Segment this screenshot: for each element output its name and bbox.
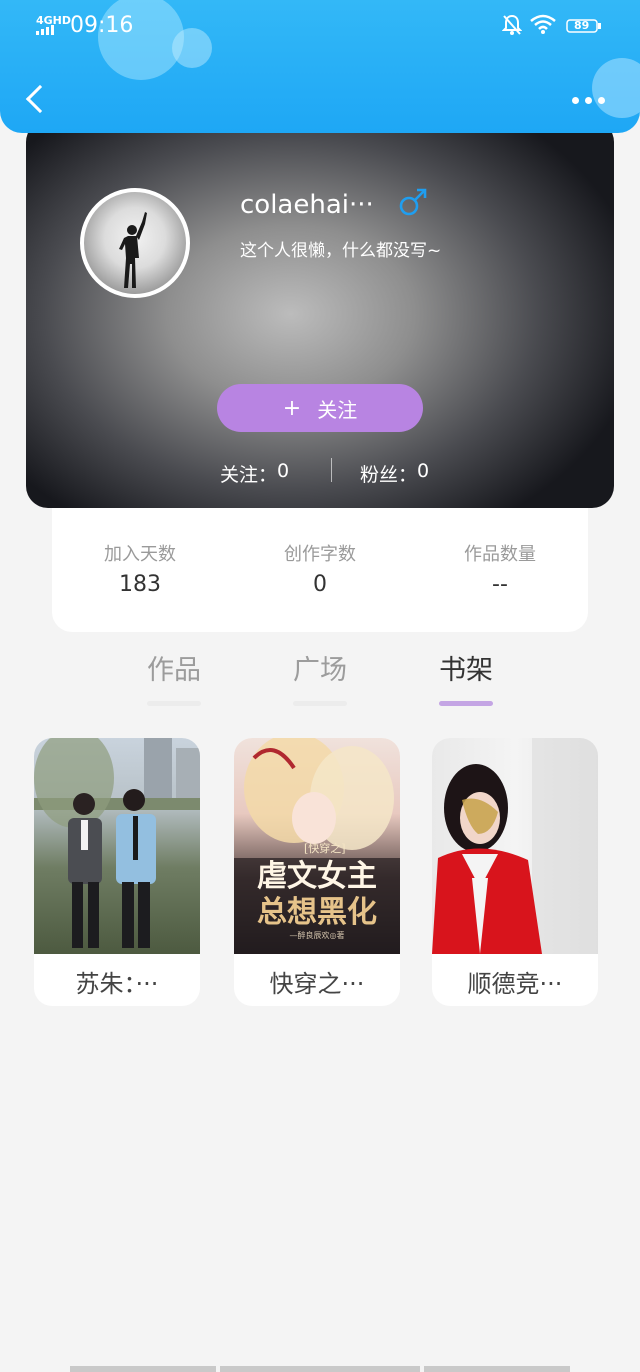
plus-icon: +	[282, 395, 302, 421]
stats-card: 加入天数 183 创作字数 0 作品数量 --	[52, 500, 588, 632]
book-title: 苏朱：···	[75, 970, 159, 998]
clock: 09:16	[70, 13, 134, 38]
more-dots-icon	[585, 96, 592, 104]
tab-label: 广场	[293, 655, 347, 686]
stat-works-count: 作品数量 --	[420, 540, 580, 597]
avatar[interactable]	[80, 188, 190, 298]
tab-underline	[293, 701, 347, 706]
following-label: 关注：	[220, 464, 278, 486]
stat-label: 加入天数	[104, 544, 176, 565]
profile-card: colaehai··· 这个人很懒，什么都没写~ + 关注 关注： 0 粉丝： …	[26, 120, 614, 508]
more-dots-icon	[572, 96, 579, 104]
nav-bar-segment	[424, 1366, 570, 1372]
book-title: 顺德竞···	[467, 970, 563, 998]
top-header: 4GHD 09:16 89	[0, 0, 640, 133]
chevron-left-icon	[25, 84, 55, 114]
book-card[interactable]: [快穿之] 虐文女主 总想黑化 —醉良辰欢◎著 快穿之···	[234, 738, 400, 1006]
more-options-button[interactable]	[572, 90, 612, 110]
signal-icon	[36, 25, 62, 35]
avatar-silhouette-icon	[119, 212, 147, 288]
book-title: 快穿之···	[269, 970, 365, 998]
stat-join-days: 加入天数 183	[60, 540, 220, 597]
book-card[interactable]: 苏朱：···	[34, 738, 200, 1006]
stat-word-count: 创作字数 0	[240, 540, 400, 597]
back-button[interactable]	[22, 82, 55, 118]
following-stat[interactable]: 关注： 0	[220, 460, 289, 487]
stat-label: 作品数量	[464, 544, 536, 565]
follow-stats: 关注： 0 粉丝： 0	[26, 458, 614, 488]
mute-bell-icon	[502, 14, 522, 35]
book-cover	[34, 738, 200, 954]
fans-stat[interactable]: 粉丝： 0	[360, 460, 429, 487]
stat-label: 创作字数	[284, 544, 356, 565]
battery-icon: 89	[566, 18, 602, 34]
tab-works[interactable]: 作品	[134, 648, 214, 706]
fans-count: 0	[417, 460, 430, 482]
book-card[interactable]: 顺德竞···	[432, 738, 598, 1006]
follow-button-label: 关注	[317, 397, 358, 422]
tab-underline	[147, 701, 201, 706]
stat-value: 183	[119, 572, 161, 597]
nav-bar-segment	[220, 1366, 420, 1372]
wifi-icon	[530, 14, 556, 34]
tab-bookshelf[interactable]: 书架	[426, 648, 506, 706]
stat-value: --	[492, 572, 508, 597]
stat-value: 0	[313, 572, 327, 597]
male-gender-icon	[399, 188, 427, 216]
divider	[331, 458, 332, 482]
nav-bar-segment	[70, 1366, 216, 1372]
follow-button[interactable]: + 关注	[217, 384, 423, 432]
user-bio: 这个人很懒，什么都没写~	[240, 241, 442, 261]
tab-underline	[439, 701, 493, 706]
status-bar: 4GHD 09:16 89	[0, 10, 640, 40]
book-cover	[432, 738, 598, 954]
cover-title-line1: 虐文女主	[257, 859, 377, 894]
cover-title-line2: 总想黑化	[257, 895, 377, 930]
username: colaehai···	[240, 190, 374, 220]
cover-author: —醉良辰欢◎著	[290, 930, 345, 940]
following-count: 0	[277, 460, 290, 482]
book-cover: [快穿之] 虐文女主 总想黑化 —醉良辰欢◎著	[234, 738, 400, 954]
tab-plaza[interactable]: 广场	[280, 648, 360, 706]
tab-label: 作品	[147, 655, 201, 686]
fans-label: 粉丝：	[360, 464, 418, 486]
cover-tag: [快穿之]	[304, 841, 346, 855]
profile-tabs: 作品 广场 书架	[0, 648, 640, 708]
more-dots-icon	[598, 96, 605, 104]
battery-level: 89	[574, 19, 590, 32]
tab-label: 书架	[439, 655, 493, 686]
